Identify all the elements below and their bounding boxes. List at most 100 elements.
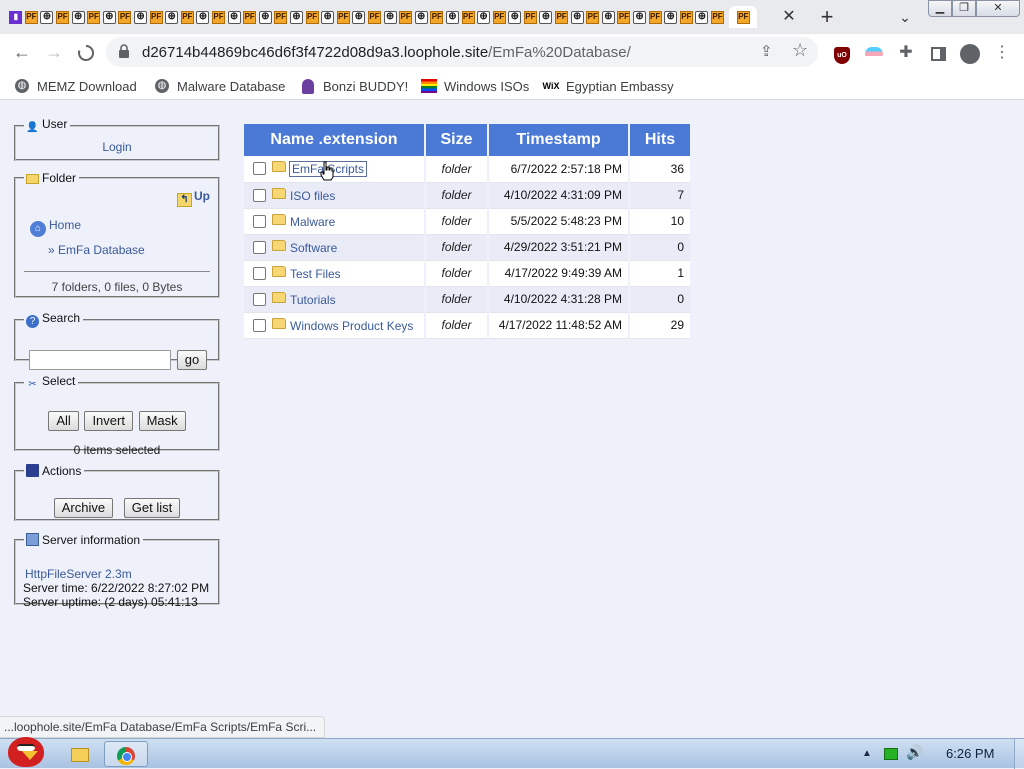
search-go-button[interactable]: go bbox=[177, 350, 207, 370]
select-mask-button[interactable]: Mask bbox=[138, 411, 186, 431]
browser-tab[interactable]: ⊕ bbox=[694, 6, 710, 28]
browser-tab[interactable]: ⊕ bbox=[507, 6, 523, 28]
browser-tab[interactable]: ⊕ bbox=[413, 6, 429, 28]
folder-link[interactable]: Tutorials bbox=[290, 293, 336, 307]
browser-tab[interactable]: ⊕ bbox=[195, 6, 211, 28]
row-checkbox[interactable] bbox=[253, 292, 266, 306]
browser-tab[interactable]: PF bbox=[211, 6, 227, 28]
column-timestamp-header[interactable]: Timestamp bbox=[488, 124, 630, 156]
profile-avatar-icon[interactable] bbox=[960, 43, 980, 64]
hfs-version-link[interactable]: HttpFileServer 2.3m bbox=[25, 567, 132, 581]
login-link[interactable]: Login bbox=[24, 140, 210, 154]
new-tab-button[interactable]: + bbox=[814, 5, 840, 29]
browser-tab[interactable]: PF bbox=[616, 6, 632, 28]
bookmark-malware-database[interactable]: ◍ Malware Database bbox=[154, 76, 285, 96]
browser-tab[interactable]: ⊕ bbox=[133, 6, 149, 28]
address-bar[interactable]: d26714b44869bc46d6f3f4722d08d9a3.loophol… bbox=[106, 37, 818, 67]
browser-tab[interactable]: PF bbox=[647, 6, 663, 28]
browser-tab[interactable]: PF bbox=[304, 6, 320, 28]
column-name-header[interactable]: Name .extension bbox=[244, 124, 426, 156]
browser-tab[interactable]: ⊕ bbox=[164, 6, 180, 28]
select-invert-button[interactable]: Invert bbox=[84, 411, 133, 431]
browser-tab[interactable]: ⊕ bbox=[226, 6, 242, 28]
show-hidden-icons-arrow-icon[interactable]: ▲ bbox=[862, 748, 872, 759]
chevron-down-icon[interactable]: ⌄ bbox=[893, 6, 917, 28]
folder-link[interactable]: Software bbox=[290, 241, 337, 255]
browser-tab[interactable]: ⊕ bbox=[632, 6, 648, 28]
system-clock[interactable]: 6:26 PM bbox=[946, 746, 994, 761]
browser-tab[interactable]: PF bbox=[242, 6, 258, 28]
close-tab-icon[interactable]: ✕ bbox=[778, 6, 800, 28]
row-checkbox[interactable] bbox=[253, 162, 266, 176]
row-checkbox[interactable] bbox=[253, 318, 266, 332]
start-button-angry-bird-icon[interactable] bbox=[2, 733, 50, 769]
ublock-origin-icon[interactable]: uO bbox=[832, 43, 852, 64]
folder-link[interactable]: Test Files bbox=[290, 267, 341, 281]
url-text[interactable]: d26714b44869bc46d6f3f4722d08d9a3.loophol… bbox=[142, 44, 631, 61]
bookmark-memz-download[interactable]: ◍ MEMZ Download bbox=[14, 76, 137, 96]
browser-tab[interactable]: ⊕ bbox=[102, 6, 118, 28]
taskbar-chrome[interactable] bbox=[104, 741, 148, 767]
browser-tab[interactable]: PF bbox=[55, 6, 71, 28]
column-hits-header[interactable]: Hits bbox=[629, 124, 692, 156]
bookmark-egyptian-embassy[interactable]: WiX Egyptian Embassy bbox=[543, 76, 674, 96]
bookmark-star-icon[interactable]: ☆ bbox=[792, 40, 808, 61]
breadcrumb-emfa-database[interactable]: » EmFa Database bbox=[48, 243, 145, 257]
browser-tab[interactable]: PF bbox=[117, 6, 133, 28]
bookmark-windows-isos[interactable]: Windows ISOs bbox=[421, 76, 529, 96]
browser-tab[interactable]: ⊕ bbox=[538, 6, 554, 28]
browser-tab[interactable]: ⊕ bbox=[258, 6, 274, 28]
browser-tab[interactable]: PF bbox=[460, 6, 476, 28]
browser-tab[interactable]: ⊕ bbox=[476, 6, 492, 28]
folder-link[interactable]: ISO files bbox=[290, 189, 335, 203]
show-desktop-button[interactable] bbox=[1014, 739, 1024, 769]
browser-tab[interactable]: ⊕ bbox=[601, 6, 617, 28]
browser-tab[interactable]: PF bbox=[273, 6, 289, 28]
row-checkbox[interactable] bbox=[253, 240, 266, 254]
window-close-button[interactable]: ✕ bbox=[976, 0, 1020, 17]
row-checkbox[interactable] bbox=[253, 214, 266, 228]
browser-tab[interactable]: PF bbox=[335, 6, 351, 28]
back-button[interactable]: ← bbox=[8, 38, 36, 66]
lock-icon[interactable] bbox=[118, 44, 130, 58]
active-browser-tab[interactable]: PF bbox=[729, 6, 758, 28]
taskbar-file-explorer[interactable] bbox=[58, 741, 102, 767]
browser-tab[interactable]: ⊕ bbox=[320, 6, 336, 28]
row-checkbox[interactable] bbox=[253, 188, 266, 202]
folder-link[interactable]: Malware bbox=[290, 215, 335, 229]
browser-tab[interactable]: PF bbox=[180, 6, 196, 28]
browser-tab[interactable]: ⊕ bbox=[569, 6, 585, 28]
column-size-header[interactable]: Size bbox=[425, 124, 489, 156]
minimize-button[interactable]: ▁ bbox=[928, 0, 952, 17]
browser-tab[interactable]: PF bbox=[554, 6, 570, 28]
browser-tab[interactable]: PF bbox=[86, 6, 102, 28]
search-input[interactable] bbox=[29, 350, 171, 370]
browser-tab[interactable]: PF bbox=[491, 6, 507, 28]
loading-spinner-icon[interactable] bbox=[72, 38, 100, 66]
browser-tab[interactable]: ⊕ bbox=[289, 6, 305, 28]
archive-button[interactable]: Archive bbox=[53, 498, 114, 518]
bookmark-bonzi-buddy[interactable]: Bonzi BUDDY! bbox=[300, 76, 408, 96]
browser-tab[interactable]: PF bbox=[398, 6, 414, 28]
kebab-menu-icon[interactable]: ⋮ bbox=[992, 43, 1012, 63]
browser-tab[interactable]: ▮ bbox=[8, 6, 24, 28]
browser-tab[interactable]: ⊕ bbox=[445, 6, 461, 28]
home-link[interactable]: Home bbox=[49, 218, 81, 232]
battery-icon[interactable] bbox=[884, 748, 898, 760]
browser-tab[interactable]: PF bbox=[367, 6, 383, 28]
browser-tab[interactable]: ⊕ bbox=[382, 6, 398, 28]
get-list-button[interactable]: Get list bbox=[123, 498, 181, 518]
browser-tab[interactable]: PF bbox=[710, 6, 726, 28]
maximize-button[interactable]: ❐ bbox=[952, 0, 976, 17]
browser-tab[interactable]: PF bbox=[24, 6, 40, 28]
up-button[interactable]: ↰ Up bbox=[177, 189, 210, 207]
folder-link[interactable]: Windows Product Keys bbox=[290, 319, 413, 333]
browser-tab[interactable]: ⊕ bbox=[39, 6, 55, 28]
browser-tab[interactable]: PF bbox=[585, 6, 601, 28]
side-panel-icon[interactable] bbox=[928, 43, 948, 63]
forward-button[interactable]: → bbox=[40, 38, 68, 66]
browser-tab[interactable]: PF bbox=[429, 6, 445, 28]
select-all-button[interactable]: All bbox=[48, 411, 79, 431]
extensions-puzzle-icon[interactable]: ✚ bbox=[896, 43, 916, 63]
browser-tab[interactable]: ⊕ bbox=[70, 6, 86, 28]
